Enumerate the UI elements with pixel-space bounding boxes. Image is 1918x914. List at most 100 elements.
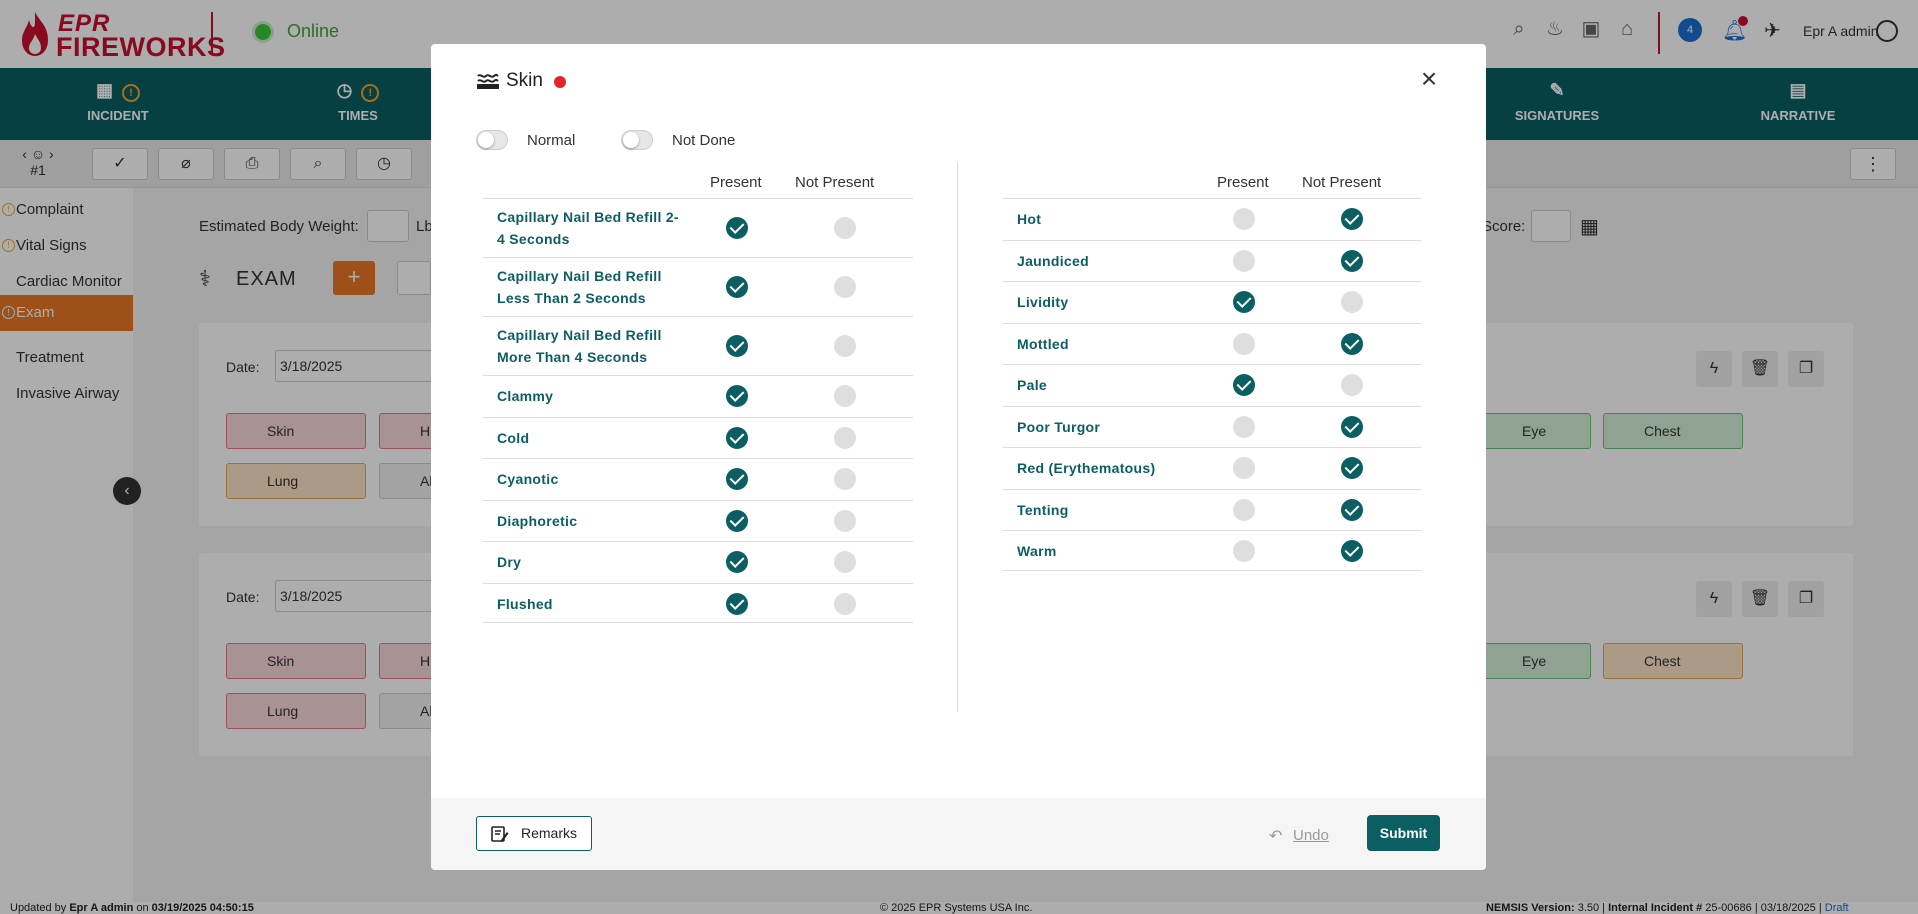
not-present-radio[interactable] [834, 509, 856, 532]
not-present-radio[interactable] [1341, 374, 1363, 397]
finding-row: Cold [483, 416, 913, 458]
finding-row: Pale [1003, 364, 1421, 405]
toggle-knob [623, 132, 639, 148]
finding-label: Capillary Nail Bed Refill Less Than 2 Sec… [497, 265, 662, 309]
finding-label-line: Mottled [1017, 335, 1069, 352]
finding-label: Lividity [1017, 291, 1068, 313]
not-present-radio[interactable] [1341, 249, 1363, 272]
not-present-radio[interactable] [1341, 415, 1363, 438]
present-header: Present [1217, 174, 1269, 191]
modal-footer: Remarks ↶ Undo Submit [431, 798, 1486, 870]
finding-row: Diaphoretic [483, 499, 913, 541]
not-present-radio[interactable] [1341, 332, 1363, 355]
finding-label-line: Less Than 2 Seconds [497, 290, 646, 306]
remarks-label: Remarks [521, 825, 578, 841]
finding-label: Capillary Nail Bed Refill More Than 4 Sec… [497, 324, 662, 368]
present-radio[interactable] [726, 276, 748, 298]
finding-label: Poor Turgor [1017, 416, 1100, 438]
undo-icon: ↶ [1269, 828, 1283, 845]
not-present-radio[interactable] [834, 592, 856, 615]
finding-label-line: Tenting [1017, 501, 1069, 518]
finding-label: Jaundiced [1017, 250, 1089, 272]
not-present-radio[interactable] [834, 426, 856, 449]
present-radio[interactable] [1233, 457, 1255, 480]
finding-label-line: Dry [497, 554, 522, 570]
column-divider [957, 162, 958, 712]
required-status-dot [554, 76, 566, 88]
finding-row: Dry [483, 541, 913, 582]
column-header: Present Not Present [1003, 164, 1421, 198]
finding-label: Cold [497, 427, 529, 449]
undo-label: Undo [1293, 827, 1329, 844]
notepad-edit-icon [491, 826, 509, 842]
present-radio[interactable] [1233, 208, 1255, 231]
finding-label-line: Clammy [497, 388, 554, 404]
remarks-button[interactable]: Remarks [476, 816, 592, 851]
finding-label-line: Lividity [1017, 294, 1069, 310]
present-radio[interactable] [1233, 332, 1255, 355]
finding-row: Warm [1003, 530, 1421, 571]
finding-label-line: Cold [497, 429, 530, 446]
not-present-radio[interactable] [834, 468, 856, 491]
present-radio[interactable] [1233, 498, 1255, 521]
finding-label-line: Red (Erythematous) [1017, 460, 1156, 476]
present-radio[interactable] [726, 426, 748, 449]
normal-label: Normal [527, 132, 576, 149]
present-header: Present [710, 174, 762, 191]
finding-label: Red (Erythematous) [1017, 457, 1155, 479]
finding-row: Cyanotic [483, 458, 913, 499]
present-radio[interactable] [726, 551, 748, 574]
not-present-radio[interactable] [834, 551, 856, 574]
not-present-radio[interactable] [1341, 291, 1363, 314]
present-radio[interactable] [726, 217, 748, 239]
not-present-radio[interactable] [1341, 208, 1363, 231]
not-present-radio[interactable] [834, 335, 856, 357]
present-radio[interactable] [726, 509, 748, 532]
modal-header: Skin × [431, 44, 1486, 118]
not-present-header: Not Present [1302, 174, 1382, 191]
not-present-radio[interactable] [1341, 498, 1363, 521]
finding-row: Lividity [1003, 281, 1421, 322]
close-icon[interactable]: × [1416, 65, 1442, 93]
finding-label-line: Warm [1017, 543, 1057, 559]
not-present-radio[interactable] [834, 385, 856, 408]
finding-label-line: Pale [1017, 377, 1047, 393]
present-radio[interactable] [1233, 540, 1255, 563]
not-present-radio[interactable] [834, 217, 856, 239]
present-radio[interactable] [726, 335, 748, 357]
present-radio[interactable] [1233, 374, 1255, 397]
present-radio[interactable] [726, 468, 748, 491]
finding-label: Hot [1017, 208, 1041, 230]
normal-toggle[interactable] [476, 130, 508, 150]
finding-row: Mottled [1003, 322, 1421, 364]
not-present-radio[interactable] [1341, 457, 1363, 480]
finding-row: Hot [1003, 198, 1421, 239]
present-radio[interactable] [726, 592, 748, 615]
column-header: Present Not Present [483, 164, 913, 198]
not-present-radio[interactable] [834, 276, 856, 298]
finding-label: Diaphoretic [497, 510, 577, 532]
finding-row: Poor Turgor [1003, 405, 1421, 447]
present-radio[interactable] [1233, 291, 1255, 314]
finding-label: Dry [497, 551, 521, 573]
not-done-label: Not Done [672, 132, 736, 149]
finding-label: Cyanotic [497, 468, 559, 490]
finding-row: Clammy [483, 375, 913, 416]
toggle-knob [478, 132, 494, 148]
finding-row: Red (Erythematous) [1003, 447, 1421, 488]
not-present-radio[interactable] [1341, 540, 1363, 563]
present-radio[interactable] [1233, 249, 1255, 272]
normal-toggle-group: Normal [476, 128, 616, 152]
finding-label: Tenting [1017, 499, 1069, 521]
finding-row: Capillary Nail Bed Refill More Than 4 Sec… [483, 316, 913, 374]
present-radio[interactable] [726, 385, 748, 408]
present-radio[interactable] [1233, 415, 1255, 438]
submit-button[interactable]: Submit [1367, 815, 1440, 851]
finding-label-line: 4 Seconds [497, 231, 570, 247]
finding-row: Capillary Nail Bed Refill 2- 4 Seconds [483, 198, 913, 256]
finding-label-line: Flushed [497, 595, 553, 612]
finding-label: Clammy [497, 385, 553, 407]
not-done-toggle[interactable] [621, 130, 653, 150]
finding-label-line: Capillary Nail Bed Refill 2- [497, 209, 679, 225]
finding-label-line: Poor Turgor [1017, 418, 1101, 435]
